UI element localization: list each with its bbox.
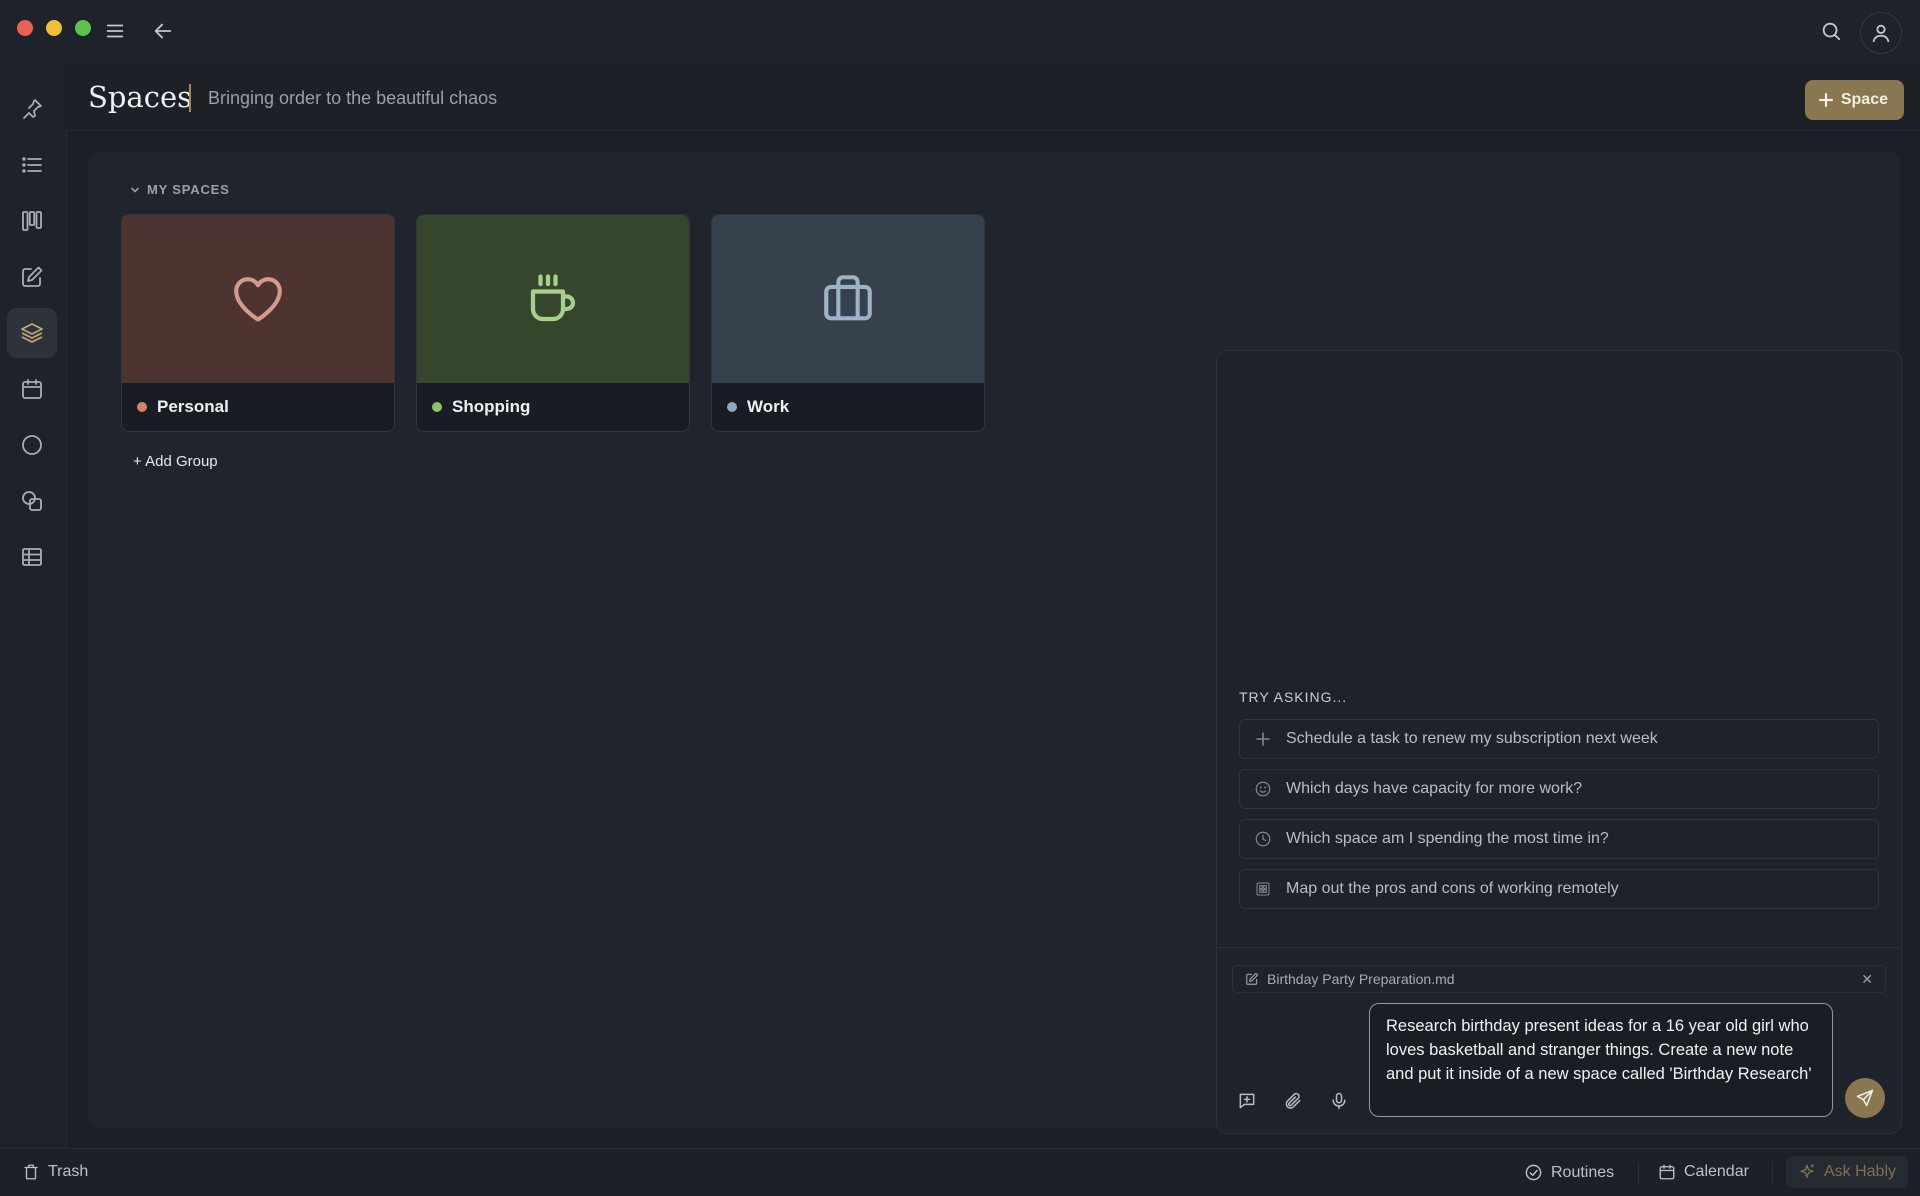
trash-icon <box>22 1163 40 1181</box>
attachment-name: Birthday Party Preparation.md <box>1267 971 1455 987</box>
suggestion-text: Schedule a task to renew my subscription… <box>1286 730 1658 747</box>
space-cover <box>417 215 689 383</box>
suggestion-item[interactable]: Schedule a task to renew my subscription… <box>1239 719 1879 759</box>
space-color-dot <box>727 402 737 412</box>
window-minimize-button[interactable] <box>46 20 62 36</box>
heart-icon <box>229 270 287 328</box>
window-maximize-button[interactable] <box>75 20 91 36</box>
divider <box>1217 947 1901 948</box>
close-icon[interactable]: ✕ <box>1861 971 1873 988</box>
edit-icon[interactable] <box>7 252 57 302</box>
suggestion-text: Map out the pros and cons of working rem… <box>1286 880 1619 897</box>
space-name: Work <box>747 397 790 416</box>
calendar-icon[interactable] <box>7 364 57 414</box>
page-title: Spaces <box>88 80 193 114</box>
grid-icon <box>1254 880 1272 898</box>
space-card-work[interactable]: Work <box>711 214 985 432</box>
try-asking-label: TRY ASKING... <box>1239 689 1348 705</box>
title-bar <box>0 0 1920 64</box>
trash-button[interactable]: Trash <box>22 1163 88 1181</box>
space-cover <box>712 215 984 383</box>
add-group-button[interactable]: + Add Group <box>133 453 218 470</box>
suggestion-text: Which space am I spending the most time … <box>1286 830 1609 847</box>
space-card-personal[interactable]: Personal <box>121 214 395 432</box>
window-close-button[interactable] <box>17 20 33 36</box>
group-label: MY SPACES <box>147 182 230 197</box>
menu-icon[interactable] <box>100 16 130 46</box>
calendar-icon <box>1658 1163 1676 1181</box>
divider <box>1638 1162 1639 1184</box>
space-name: Shopping <box>452 397 531 416</box>
table-icon[interactable] <box>7 532 57 582</box>
suggestion-item[interactable]: Map out the pros and cons of working rem… <box>1239 869 1879 909</box>
routines-button[interactable]: Routines <box>1524 1163 1614 1182</box>
ask-label: Ask Hably <box>1823 1163 1896 1180</box>
left-sidebar <box>0 64 67 1148</box>
edit-icon <box>1245 972 1259 986</box>
shapes-icon[interactable] <box>7 476 57 526</box>
space-color-dot <box>432 402 442 412</box>
assistant-panel: TRY ASKING... Schedule a task to renew m… <box>1216 350 1902 1134</box>
suggestion-item[interactable]: Which space am I spending the most time … <box>1239 819 1879 859</box>
attachment-chip[interactable]: Birthday Party Preparation.md ✕ <box>1232 965 1886 993</box>
plus-icon <box>1254 730 1272 748</box>
calendar-label: Calendar <box>1684 1163 1749 1180</box>
chevron-down-icon <box>130 185 140 195</box>
smiley-icon <box>1254 780 1272 798</box>
coffee-cup-icon <box>523 269 583 329</box>
search-icon[interactable] <box>1816 16 1846 46</box>
space-cover <box>122 215 394 383</box>
new-space-label: Space <box>1840 91 1888 108</box>
trash-label: Trash <box>48 1163 89 1180</box>
circle-icon[interactable] <box>7 420 57 470</box>
list-icon[interactable] <box>7 140 57 190</box>
space-name: Personal <box>157 397 229 416</box>
group-toggle[interactable]: MY SPACES <box>130 182 230 197</box>
sparkle-icon <box>1798 1163 1816 1181</box>
send-icon[interactable] <box>1845 1078 1885 1118</box>
microphone-icon[interactable] <box>1325 1087 1353 1115</box>
user-icon[interactable] <box>1860 12 1902 54</box>
space-color-dot <box>137 402 147 412</box>
space-card-shopping[interactable]: Shopping <box>416 214 690 432</box>
calendar-button[interactable]: Calendar <box>1658 1163 1749 1181</box>
layers-icon[interactable] <box>7 308 57 358</box>
suggestion-text: Which days have capacity for more work? <box>1286 780 1583 797</box>
briefcase-icon <box>819 270 877 328</box>
page-subtitle: Bringing order to the beautiful chaos <box>208 88 498 108</box>
paperclip-icon[interactable] <box>1279 1087 1307 1115</box>
status-bar: Trash Routines Calendar Ask Hably <box>0 1148 1920 1196</box>
suggestion-item[interactable]: Which days have capacity for more work? <box>1239 769 1879 809</box>
kanban-icon[interactable] <box>7 196 57 246</box>
new-chat-icon[interactable] <box>1233 1087 1261 1115</box>
arrow-left-icon[interactable] <box>148 16 178 46</box>
new-space-button[interactable]: Space <box>1804 80 1904 120</box>
ask-assistant-button[interactable]: Ask Hably <box>1785 1156 1908 1188</box>
title-divider <box>189 84 191 112</box>
prompt-input[interactable]: Research birthday present ideas for a 16… <box>1369 1003 1833 1117</box>
plus-icon <box>1818 93 1833 107</box>
page-header: Spaces Bringing order to the beautiful c… <box>66 64 1920 131</box>
check-circle-icon <box>1524 1163 1543 1182</box>
pin-icon[interactable] <box>7 84 57 134</box>
divider <box>1772 1162 1773 1184</box>
routines-label: Routines <box>1551 1163 1615 1181</box>
clock-icon <box>1254 830 1272 848</box>
